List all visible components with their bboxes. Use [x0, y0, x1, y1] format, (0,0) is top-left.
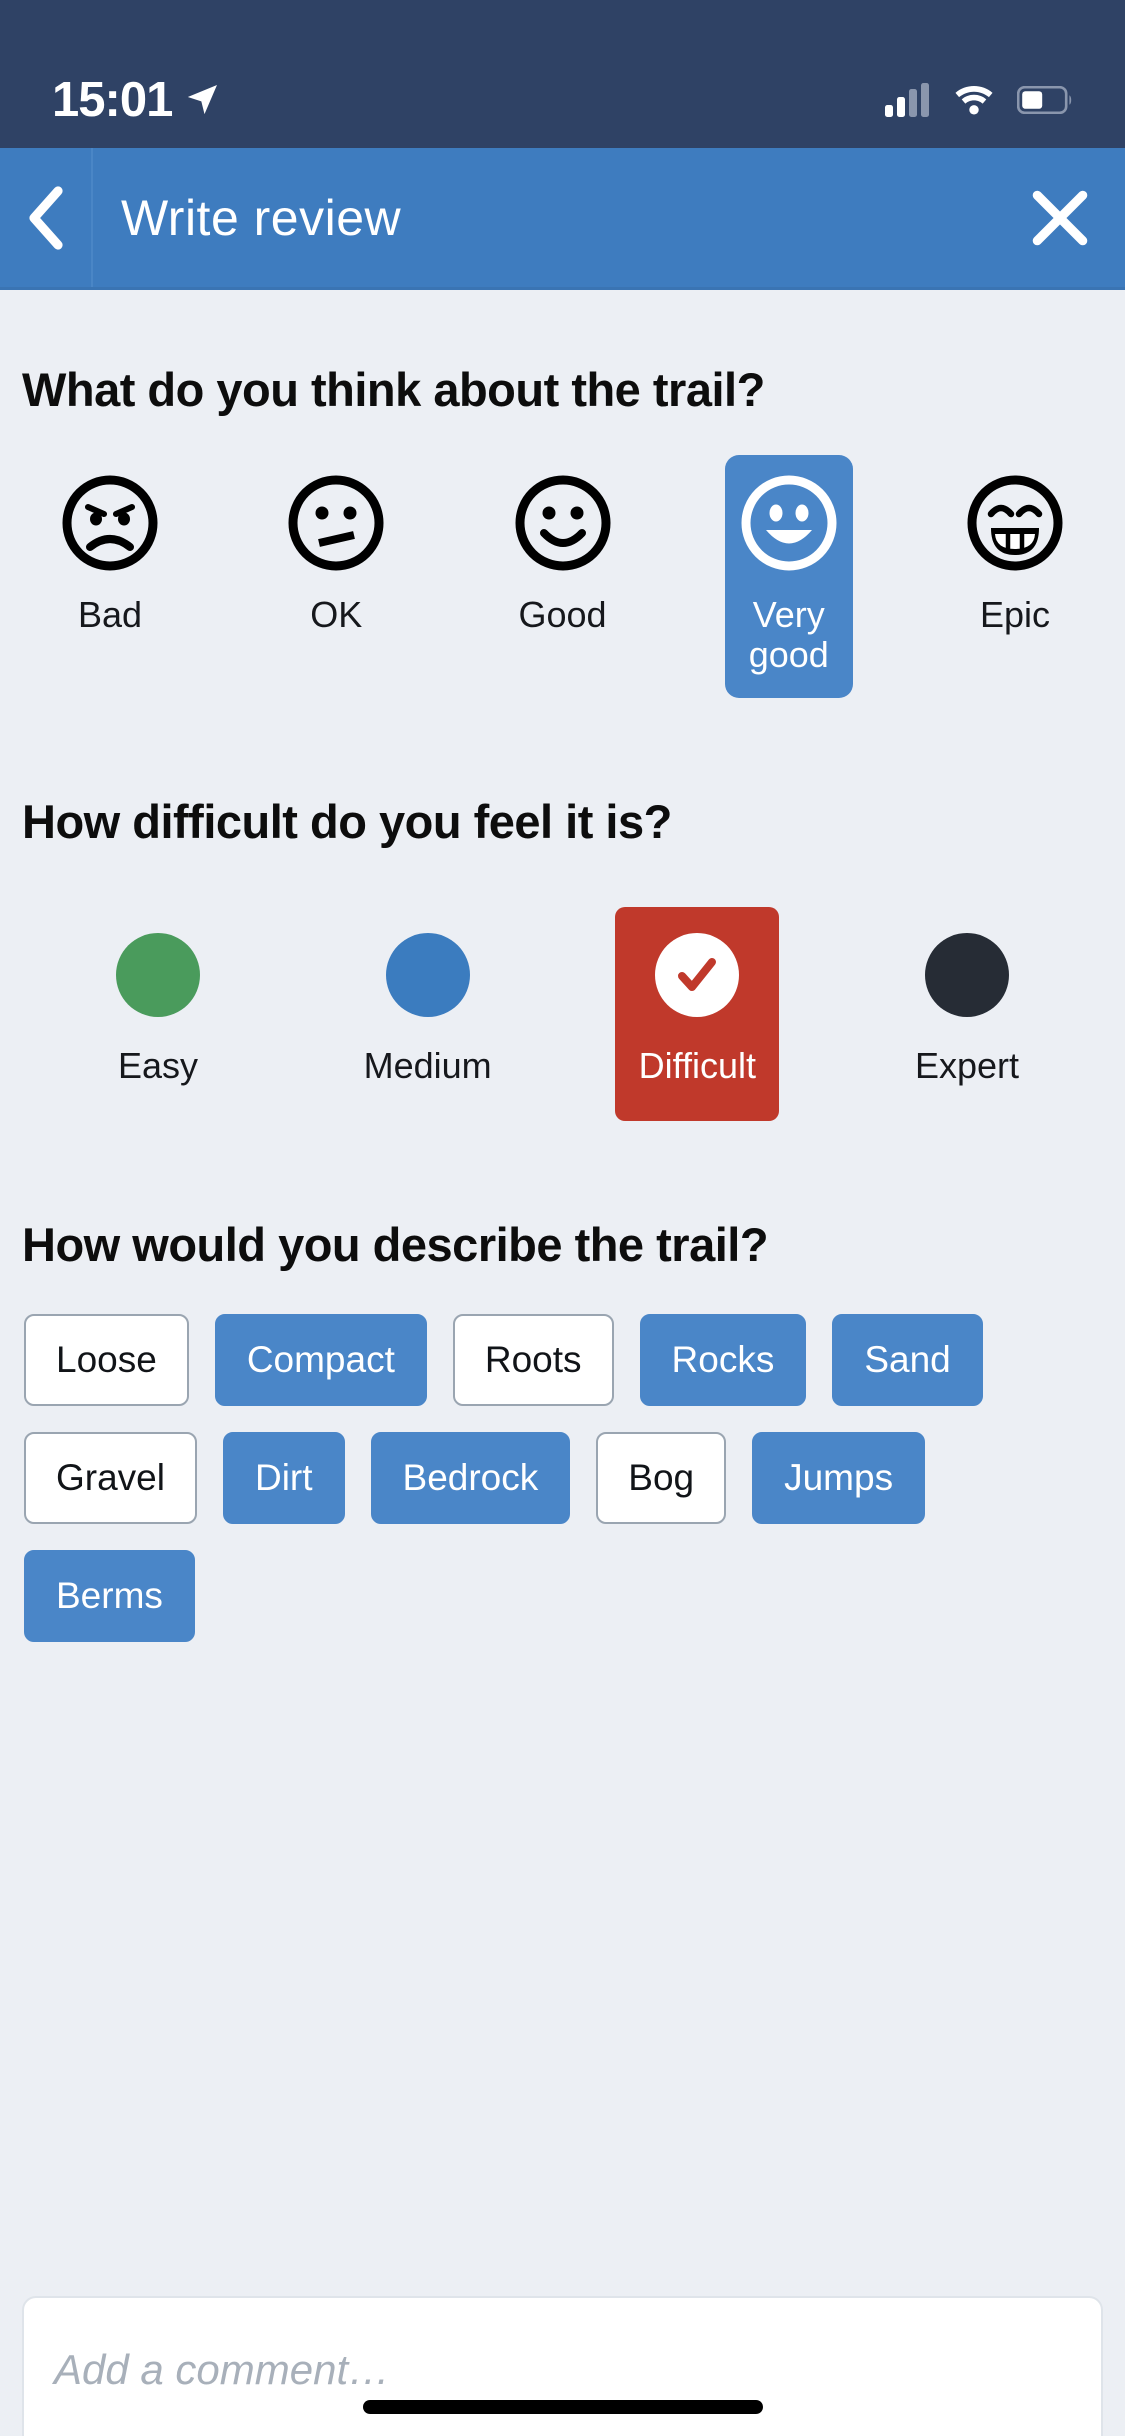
describe-question-title: How would you describe the trail?: [22, 1217, 769, 1271]
rating-option-label: Very good: [748, 594, 829, 676]
tag-sand[interactable]: Sand: [832, 1313, 983, 1406]
angry-face-icon: [62, 475, 158, 571]
rating-option-label: Bad: [77, 594, 143, 635]
tag-label: Jumps: [784, 1456, 894, 1498]
tag-label: Sand: [864, 1338, 951, 1380]
tag-compact[interactable]: Compact: [214, 1313, 427, 1406]
difficulty-option-difficult[interactable]: Difficult: [615, 906, 780, 1121]
rating-option-epic[interactable]: Epic: [951, 455, 1079, 657]
difficulty-dot-difficult: [655, 932, 740, 1017]
rating-option-label: Good: [518, 594, 607, 635]
difficulty-option-label: Easy: [117, 1044, 199, 1086]
difficulty-question-title: How difficult do you feel it is?: [22, 794, 672, 848]
difficulty-dot-easy: [116, 932, 200, 1017]
tag-gravel[interactable]: Gravel: [24, 1431, 197, 1524]
close-x-icon: [1032, 190, 1088, 245]
rating-option-bad[interactable]: Bad: [46, 455, 174, 657]
battery-icon: [1017, 86, 1072, 114]
rating-option-ok[interactable]: OK: [272, 455, 400, 657]
trail-tag-list: Loose Compact Roots Rocks Sand Gravel Di…: [22, 1313, 1103, 1642]
rating-option-good[interactable]: Good: [499, 455, 627, 657]
rating-option-very-good[interactable]: Very good: [724, 455, 853, 698]
tag-label: Bedrock: [402, 1456, 539, 1498]
rating-question-title: What do you think about the trail?: [22, 363, 765, 416]
difficulty-option-medium[interactable]: Medium: [346, 907, 510, 1121]
difficulty-dot-expert: [924, 932, 1009, 1017]
home-indicator-bar: [362, 2400, 763, 2414]
status-bar: 15:01: [0, 0, 1125, 148]
tag-bedrock[interactable]: Bedrock: [370, 1431, 571, 1524]
tag-loose[interactable]: Loose: [24, 1313, 189, 1406]
neutral-face-icon: [288, 475, 384, 571]
tag-label: Compact: [246, 1338, 395, 1380]
teeth-grin-face-icon: [967, 475, 1063, 571]
tag-berms[interactable]: Berms: [24, 1549, 195, 1642]
tag-jumps[interactable]: Jumps: [752, 1431, 926, 1524]
difficulty-option-expert[interactable]: Expert: [885, 907, 1049, 1121]
tag-label: Rocks: [671, 1338, 775, 1380]
smile-face-icon: [515, 475, 610, 571]
tag-label: Loose: [56, 1338, 157, 1380]
tag-label: Dirt: [254, 1456, 313, 1498]
difficulty-options: Easy Medium Difficult Expert: [22, 906, 1103, 1121]
comment-placeholder: Add a comment…: [54, 2346, 391, 2393]
tag-rocks[interactable]: Rocks: [639, 1313, 807, 1406]
rating-option-label: Epic: [979, 594, 1051, 635]
difficulty-option-label: Expert: [914, 1044, 1019, 1086]
difficulty-option-label: Medium: [363, 1044, 492, 1086]
back-button[interactable]: [0, 148, 93, 287]
grin-face-icon: [741, 475, 837, 571]
tag-dirt[interactable]: Dirt: [222, 1431, 345, 1524]
rating-options: Bad OK Good Very good Epic: [22, 455, 1103, 698]
tag-roots[interactable]: Roots: [452, 1313, 614, 1406]
status-time: 15:01: [52, 73, 173, 127]
tag-label: Gravel: [56, 1456, 165, 1498]
tag-label: Roots: [484, 1338, 582, 1380]
tag-label: Bog: [628, 1456, 695, 1498]
comment-input[interactable]: Add a comment…: [22, 2296, 1103, 2436]
app-header: Write review: [0, 148, 1125, 290]
close-button[interactable]: [995, 148, 1125, 287]
status-bar-left: 15:01: [52, 72, 222, 128]
tag-bog[interactable]: Bog: [596, 1431, 727, 1524]
cellular-signal-icon: [885, 83, 929, 117]
difficulty-dot-medium: [385, 932, 470, 1017]
tag-label: Berms: [56, 1574, 163, 1616]
difficulty-option-easy[interactable]: Easy: [76, 907, 240, 1121]
wifi-icon: [955, 86, 993, 115]
difficulty-option-label: Difficult: [638, 1044, 756, 1086]
status-bar-right: [885, 83, 1073, 117]
location-arrow-icon: [188, 85, 218, 115]
review-form: What do you think about the trail? Bad O…: [0, 362, 1125, 1642]
checkmark-icon: [678, 957, 717, 991]
rating-option-label: OK: [310, 594, 363, 635]
back-chevron-icon: [28, 185, 63, 250]
page-title: Write review: [121, 189, 402, 246]
